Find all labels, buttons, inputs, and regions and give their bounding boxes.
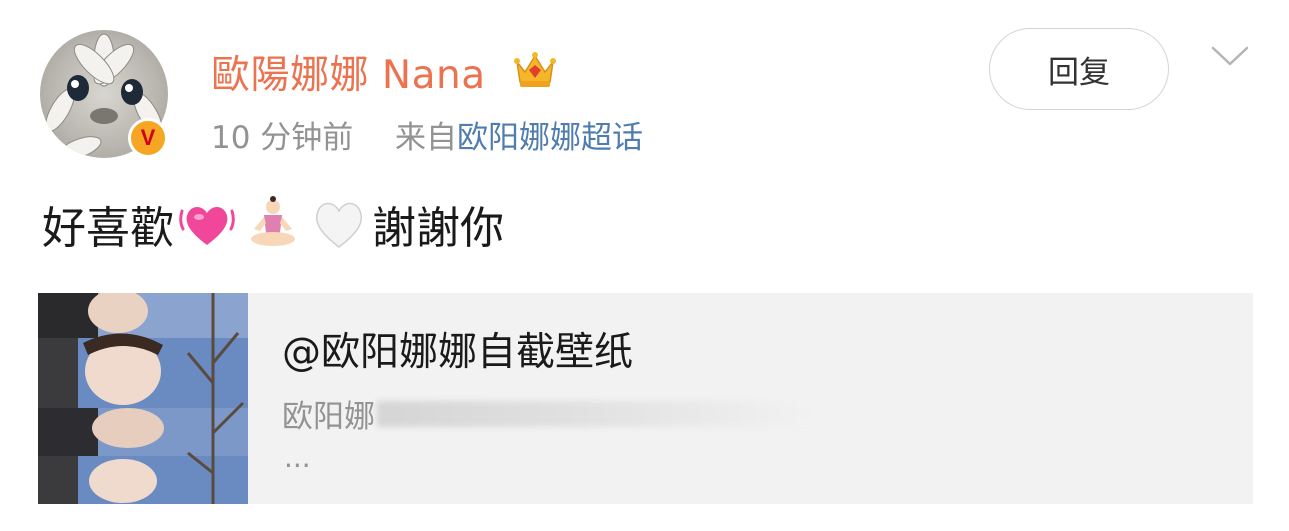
post-meta: 10 分钟前 来自欧阳娜娜超话 [211,112,643,157]
verified-badge: V [128,118,168,158]
card-thumbnail [38,293,248,504]
verified-badge-label: V [140,125,156,150]
card-thumbnail-image [38,293,248,504]
white-heart-icon [315,202,363,248]
post-text-before: 好喜歡 [42,203,174,254]
heart-pulse-icon [179,207,235,245]
chevron-down-icon[interactable] [1210,44,1250,70]
source-link[interactable]: 欧阳娜娜超话 [457,120,643,156]
source-prefix: 来自 [395,120,458,156]
post-content: 好喜歡 謝謝你 [42,192,504,256]
card-subtitle: 欧阳娜 [282,391,817,436]
linked-card[interactable]: @欧阳娜娜自截壁纸 欧阳娜 ... [38,293,1253,504]
post-text-after: 謝謝你 [372,203,504,254]
reply-button[interactable]: 回复 [989,28,1169,110]
crown-icon[interactable] [512,48,558,90]
post-time: 10 分钟前 [211,120,354,156]
meditation-icon [251,196,295,246]
card-subtitle-text: 欧阳娜 [282,399,375,435]
card-title: @欧阳娜娜自截壁纸 [282,330,634,375]
author-name[interactable]: 歐陽娜娜 Nana [211,44,486,100]
redacted-text-blur [377,400,817,427]
card-ellipsis: ... [284,441,311,474]
author-avatar-wrap[interactable]: V [40,30,168,158]
